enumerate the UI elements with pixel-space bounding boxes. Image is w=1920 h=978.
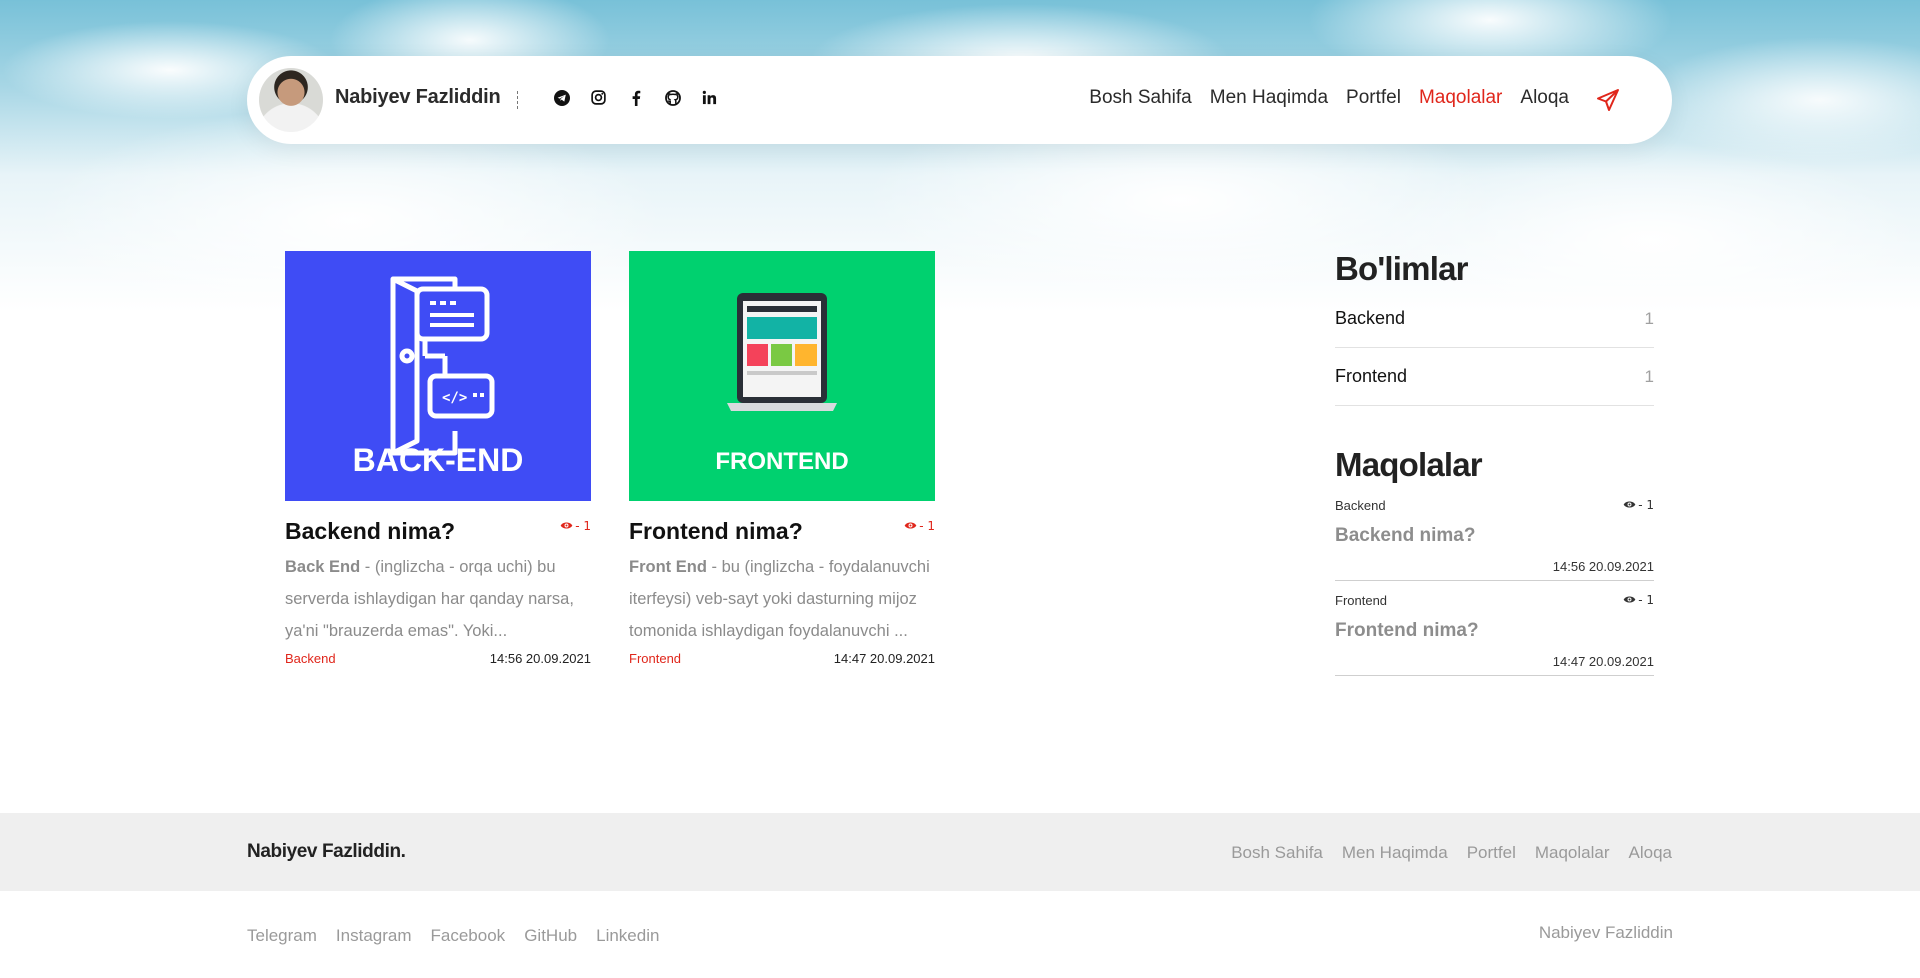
footer-nav: Bosh Sahifa Men Haqimda Portfel Maqolala… [1231, 843, 1672, 863]
eye-icon [1623, 593, 1636, 607]
footer-socials: Telegram Instagram Facebook GitHub Linke… [247, 926, 659, 946]
article-image-label: BACK-END [353, 442, 524, 478]
brand-name[interactable]: Nabiyev Fazliddin [335, 86, 501, 109]
sidebar-article-date: 14:47 20.09.2021 [1552, 654, 1654, 669]
nav-aloqa[interactable]: Aloqa [1520, 87, 1569, 109]
footer-nav-maqolalar[interactable]: Maqolalar [1535, 843, 1610, 863]
article-lead: Back End [285, 558, 361, 576]
site-header: Nabiyev Fazliddin Bosh Sahifa Men Haqimd… [247, 56, 1672, 144]
view-count: - 1 [1623, 593, 1654, 607]
view-count-value: - 1 [1638, 593, 1654, 607]
sidebar-article-category[interactable]: Backend [1335, 498, 1654, 513]
categories-heading: Bo'limlar [1335, 250, 1468, 287]
brand-separator [517, 91, 518, 109]
category-count: 1 [1644, 308, 1654, 328]
facebook-icon[interactable] [627, 89, 644, 106]
view-count: - 1 [904, 519, 935, 533]
footer: Nabiyev Fazliddin. Bosh Sahifa Men Haqim… [0, 813, 1920, 891]
sidebar-article-title[interactable]: Backend nima? [1335, 525, 1654, 547]
footer-social-telegram[interactable]: Telegram [247, 926, 317, 946]
article-image-backend[interactable]: </> BACK-END [285, 251, 591, 501]
telegram-icon[interactable] [553, 89, 570, 106]
sidebar-article-item[interactable]: Backend - 1 Backend nima? 14:56 20.09.20… [1335, 486, 1654, 581]
footer-nav-aloqa[interactable]: Aloqa [1629, 843, 1672, 863]
nav-men-haqimda[interactable]: Men Haqimda [1210, 87, 1328, 109]
article-excerpt: Back End - (inglizcha - orqa uchi) bu se… [285, 551, 591, 647]
article-excerpt: Front End - bu (inglizcha - foydalanuvch… [629, 551, 935, 647]
footer-brand[interactable]: Nabiyev Fazliddin. [247, 841, 406, 863]
article-title[interactable]: Backend nima? [285, 517, 455, 545]
linkedin-icon[interactable] [701, 89, 718, 106]
backend-door-icon: </> BACK-END [353, 276, 524, 478]
category-name: Frontend [1335, 366, 1408, 386]
github-icon[interactable] [664, 89, 681, 106]
send-icon[interactable] [1596, 88, 1620, 112]
article-title[interactable]: Frontend nima? [629, 517, 803, 545]
eye-icon [560, 519, 573, 533]
sidebar: Bo'limlar Backend 1 Frontend 1 Maqolalar… [1335, 250, 1654, 676]
article-date: 14:47 20.09.2021 [833, 651, 935, 666]
footer-social-instagram[interactable]: Instagram [336, 926, 412, 946]
article-card[interactable]: FRONTEND Frontend nima? - 1 Front End - … [629, 251, 935, 666]
article-image-frontend[interactable]: FRONTEND [629, 251, 935, 501]
footer-nav-men-haqimda[interactable]: Men Haqimda [1342, 843, 1448, 863]
footer-nav-bosh-sahifa[interactable]: Bosh Sahifa [1231, 843, 1323, 863]
view-count-value: - 1 [575, 519, 591, 533]
sidebar-article-date: 14:56 20.09.2021 [1552, 559, 1654, 574]
article-image-label: FRONTEND [715, 448, 848, 475]
view-count-value: - 1 [919, 519, 935, 533]
category-count: 1 [1644, 366, 1654, 386]
avatar[interactable] [259, 68, 323, 132]
category-name: Backend [1335, 308, 1406, 328]
nav-maqolalar[interactable]: Maqolalar [1419, 87, 1502, 109]
footer-social-facebook[interactable]: Facebook [431, 926, 506, 946]
footer-nav-portfel[interactable]: Portfel [1467, 843, 1516, 863]
footer-social-github[interactable]: GitHub [524, 926, 577, 946]
article-category-link[interactable]: Backend [285, 651, 336, 666]
eye-icon [1623, 498, 1636, 512]
view-count: - 1 [1623, 498, 1654, 512]
article-card[interactable]: </> BACK-END Backend nima? - 1 Back End … [285, 251, 591, 666]
article-lead: Front End [629, 558, 707, 576]
header-socials [553, 89, 718, 106]
sidebar-article-category[interactable]: Frontend [1335, 593, 1654, 608]
category-item-frontend[interactable]: Frontend 1 [1335, 348, 1654, 406]
eye-icon [904, 519, 917, 533]
laptop-icon: FRONTEND [715, 293, 849, 475]
article-date: 14:56 20.09.2021 [489, 651, 591, 666]
article-category-link[interactable]: Frontend [629, 651, 681, 666]
footer-social-linkedin[interactable]: Linkedin [596, 926, 659, 946]
main-nav: Bosh Sahifa Men Haqimda Portfel Maqolala… [1089, 87, 1569, 109]
footer-copyright: Nabiyev Fazliddin [1538, 923, 1673, 942]
instagram-icon[interactable] [590, 89, 607, 106]
articles-heading: Maqolalar [1335, 446, 1483, 483]
nav-bosh-sahifa[interactable]: Bosh Sahifa [1089, 87, 1191, 109]
sidebar-article-item[interactable]: Frontend - 1 Frontend nima? 14:47 20.09.… [1335, 581, 1654, 676]
category-item-backend[interactable]: Backend 1 [1335, 290, 1654, 348]
svg-text:</>: </> [442, 390, 467, 406]
view-count-value: - 1 [1638, 498, 1654, 512]
sidebar-article-title[interactable]: Frontend nima? [1335, 620, 1654, 642]
view-count: - 1 [560, 519, 591, 533]
nav-portfel[interactable]: Portfel [1346, 87, 1401, 109]
